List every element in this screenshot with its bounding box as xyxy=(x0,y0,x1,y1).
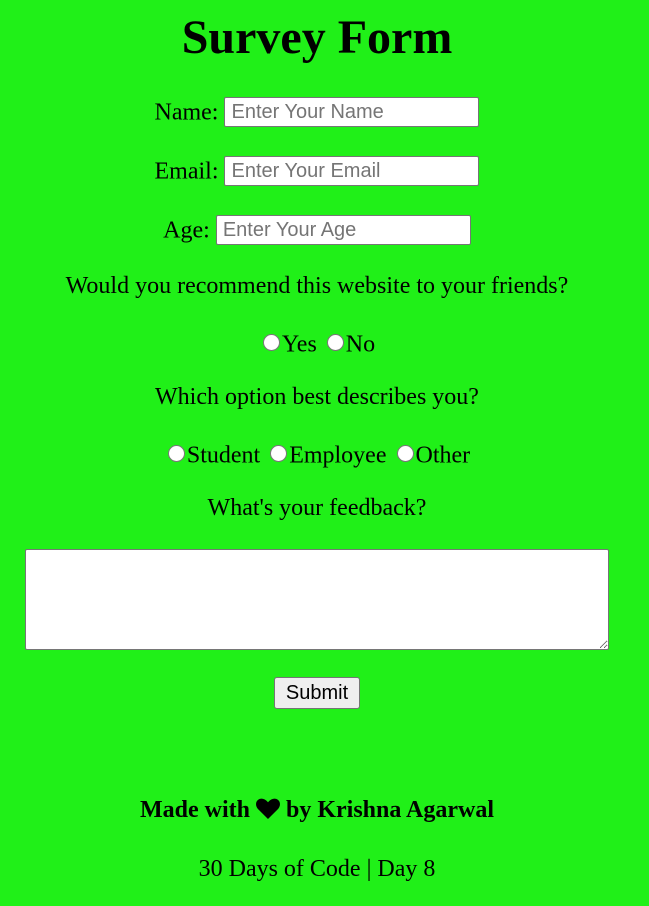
name-input[interactable] xyxy=(224,97,480,128)
email-input[interactable] xyxy=(224,156,480,187)
recommend-yes-label: Yes xyxy=(281,331,317,358)
describe-student-label: Student xyxy=(186,442,261,469)
describe-student-radio[interactable] xyxy=(167,444,185,462)
feedback-textarea[interactable] xyxy=(25,549,609,650)
describe-other-radio[interactable] xyxy=(396,444,414,462)
describe-question: Which option best describes you? xyxy=(155,384,479,410)
age-row: Age: xyxy=(0,213,634,246)
describe-employee-label: Employee xyxy=(289,442,387,469)
recommend-question: Would you recommend this website to your… xyxy=(65,273,569,299)
email-row: Email: xyxy=(0,154,634,187)
name-label: Name: xyxy=(154,99,219,126)
footer-day-text: 30 Days of Code | Day 8 xyxy=(198,856,436,882)
describe-employee-radio[interactable] xyxy=(270,444,288,462)
email-label: Email: xyxy=(154,158,219,185)
heart-icon xyxy=(256,796,280,828)
footer-made-prefix: Made with xyxy=(139,797,250,823)
recommend-radio-group: Yes No xyxy=(0,327,634,360)
recommend-no-radio[interactable] xyxy=(326,333,344,351)
submit-button[interactable]: Submit xyxy=(274,677,360,709)
describe-other-label: Other xyxy=(415,442,471,469)
page-title: Survey Form xyxy=(181,11,453,64)
footer-made-suffix: by Krishna Agarwal xyxy=(285,797,495,823)
age-input[interactable] xyxy=(215,215,471,246)
name-row: Name: xyxy=(0,95,634,128)
feedback-question: What's your feedback? xyxy=(207,495,427,521)
footer-credit: Made with by Krishna Agarwal xyxy=(0,794,634,828)
recommend-yes-radio[interactable] xyxy=(262,333,280,351)
recommend-no-label: No xyxy=(345,331,376,358)
describe-radio-group: Student Employee Other xyxy=(0,438,634,471)
age-label: Age: xyxy=(163,217,210,244)
